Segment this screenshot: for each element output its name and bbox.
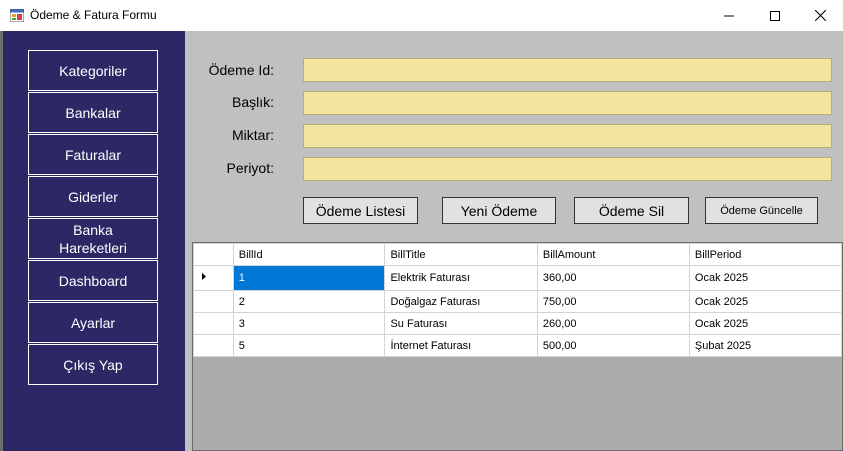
table-row[interactable]: 1 Elektrik Faturası 360,00 Ocak 2025 [193, 265, 842, 291]
sidebar-item-faturalar[interactable]: Faturalar [28, 134, 158, 175]
sidebar-item-bankalar[interactable]: Bankalar [28, 92, 158, 133]
column-header-billid[interactable]: BillId [232, 243, 386, 266]
table-cell[interactable]: Şubat 2025 [688, 334, 842, 357]
baslik-field[interactable] [303, 91, 832, 115]
label-miktar: Miktar: [232, 127, 274, 143]
table-cell[interactable]: 260,00 [536, 312, 690, 335]
title-bar: Ödeme & Fatura Formu [0, 0, 843, 31]
row-header[interactable] [193, 290, 234, 313]
minimize-icon [724, 15, 734, 16]
table-header-row: BillId BillTitle BillAmount BillPeriod [193, 243, 842, 266]
table-cell[interactable]: 5 [232, 334, 386, 357]
table-row[interactable]: 5 İnternet Faturası 500,00 Şubat 2025 [193, 334, 842, 357]
sidebar-item-dashboard[interactable]: Dashboard [28, 260, 158, 301]
table-cell[interactable]: Elektrik Faturası [384, 265, 538, 291]
table-cell[interactable]: Ocak 2025 [688, 312, 842, 335]
main-panel: Ödeme Id: Başlık: Miktar: Periyot: Ödeme… [185, 31, 843, 451]
table-cell[interactable]: 750,00 [536, 290, 690, 313]
table-cell[interactable]: 500,00 [536, 334, 690, 357]
table-cell[interactable]: 2 [232, 290, 386, 313]
yeni-odeme-button[interactable]: Yeni Ödeme [442, 197, 556, 224]
periyot-field[interactable] [303, 157, 832, 181]
row-header[interactable] [193, 265, 234, 291]
table-row[interactable]: 3 Su Faturası 260,00 Ocak 2025 [193, 312, 842, 335]
window-title: Ödeme & Fatura Formu [30, 8, 157, 22]
table-cell[interactable]: 1 [232, 265, 386, 291]
close-button[interactable] [797, 0, 843, 31]
odeme-listesi-button[interactable]: Ödeme Listesi [303, 197, 418, 224]
payments-grid[interactable]: BillId BillTitle BillAmount BillPeriod 1… [192, 242, 843, 451]
sidebar-item-banka-hareketleri[interactable]: Banka Hareketleri [28, 218, 158, 259]
label-periyot: Periyot: [226, 160, 274, 176]
odeme-guncelle-button[interactable]: Ödeme Güncelle [705, 197, 818, 224]
row-header[interactable] [193, 334, 234, 357]
table-cell[interactable]: İnternet Faturası [384, 334, 538, 357]
odeme-sil-button[interactable]: Ödeme Sil [574, 197, 689, 224]
label-baslik: Başlık: [231, 94, 274, 110]
table-cell[interactable]: Su Faturası [384, 312, 538, 335]
table-row[interactable]: 2 Doğalgaz Faturası 750,00 Ocak 2025 [193, 290, 842, 313]
row-header[interactable] [193, 312, 234, 335]
current-row-arrow-icon [202, 273, 206, 280]
app-icon [10, 9, 24, 22]
sidebar-item-cikis-yap[interactable]: Çıkış Yap [28, 344, 158, 385]
table-cell[interactable]: 3 [232, 312, 386, 335]
maximize-button[interactable] [752, 0, 798, 31]
table-cell[interactable]: Doğalgaz Faturası [384, 290, 538, 313]
table-cell[interactable]: 360,00 [536, 265, 690, 291]
label-odeme-id: Ödeme Id: [208, 62, 274, 78]
close-icon [814, 10, 826, 21]
column-header-billtitle[interactable]: BillTitle [384, 243, 538, 266]
header-corner [193, 243, 234, 266]
sidebar-item-giderler[interactable]: Giderler [28, 176, 158, 217]
minimize-button[interactable] [706, 0, 752, 31]
maximize-icon [770, 10, 780, 21]
miktar-field[interactable] [303, 124, 832, 148]
odeme-id-field[interactable] [303, 58, 832, 82]
payments-table: BillId BillTitle BillAmount BillPeriod 1… [193, 243, 842, 357]
column-header-billamount[interactable]: BillAmount [536, 243, 690, 266]
column-header-billperiod[interactable]: BillPeriod [688, 243, 842, 266]
sidebar-item-kategoriler[interactable]: Kategoriler [28, 50, 158, 91]
table-cell[interactable]: Ocak 2025 [688, 290, 842, 313]
sidebar-item-ayarlar[interactable]: Ayarlar [28, 302, 158, 343]
sidebar: Kategoriler Bankalar Faturalar Giderler … [3, 31, 185, 451]
table-cell[interactable]: Ocak 2025 [688, 265, 842, 291]
